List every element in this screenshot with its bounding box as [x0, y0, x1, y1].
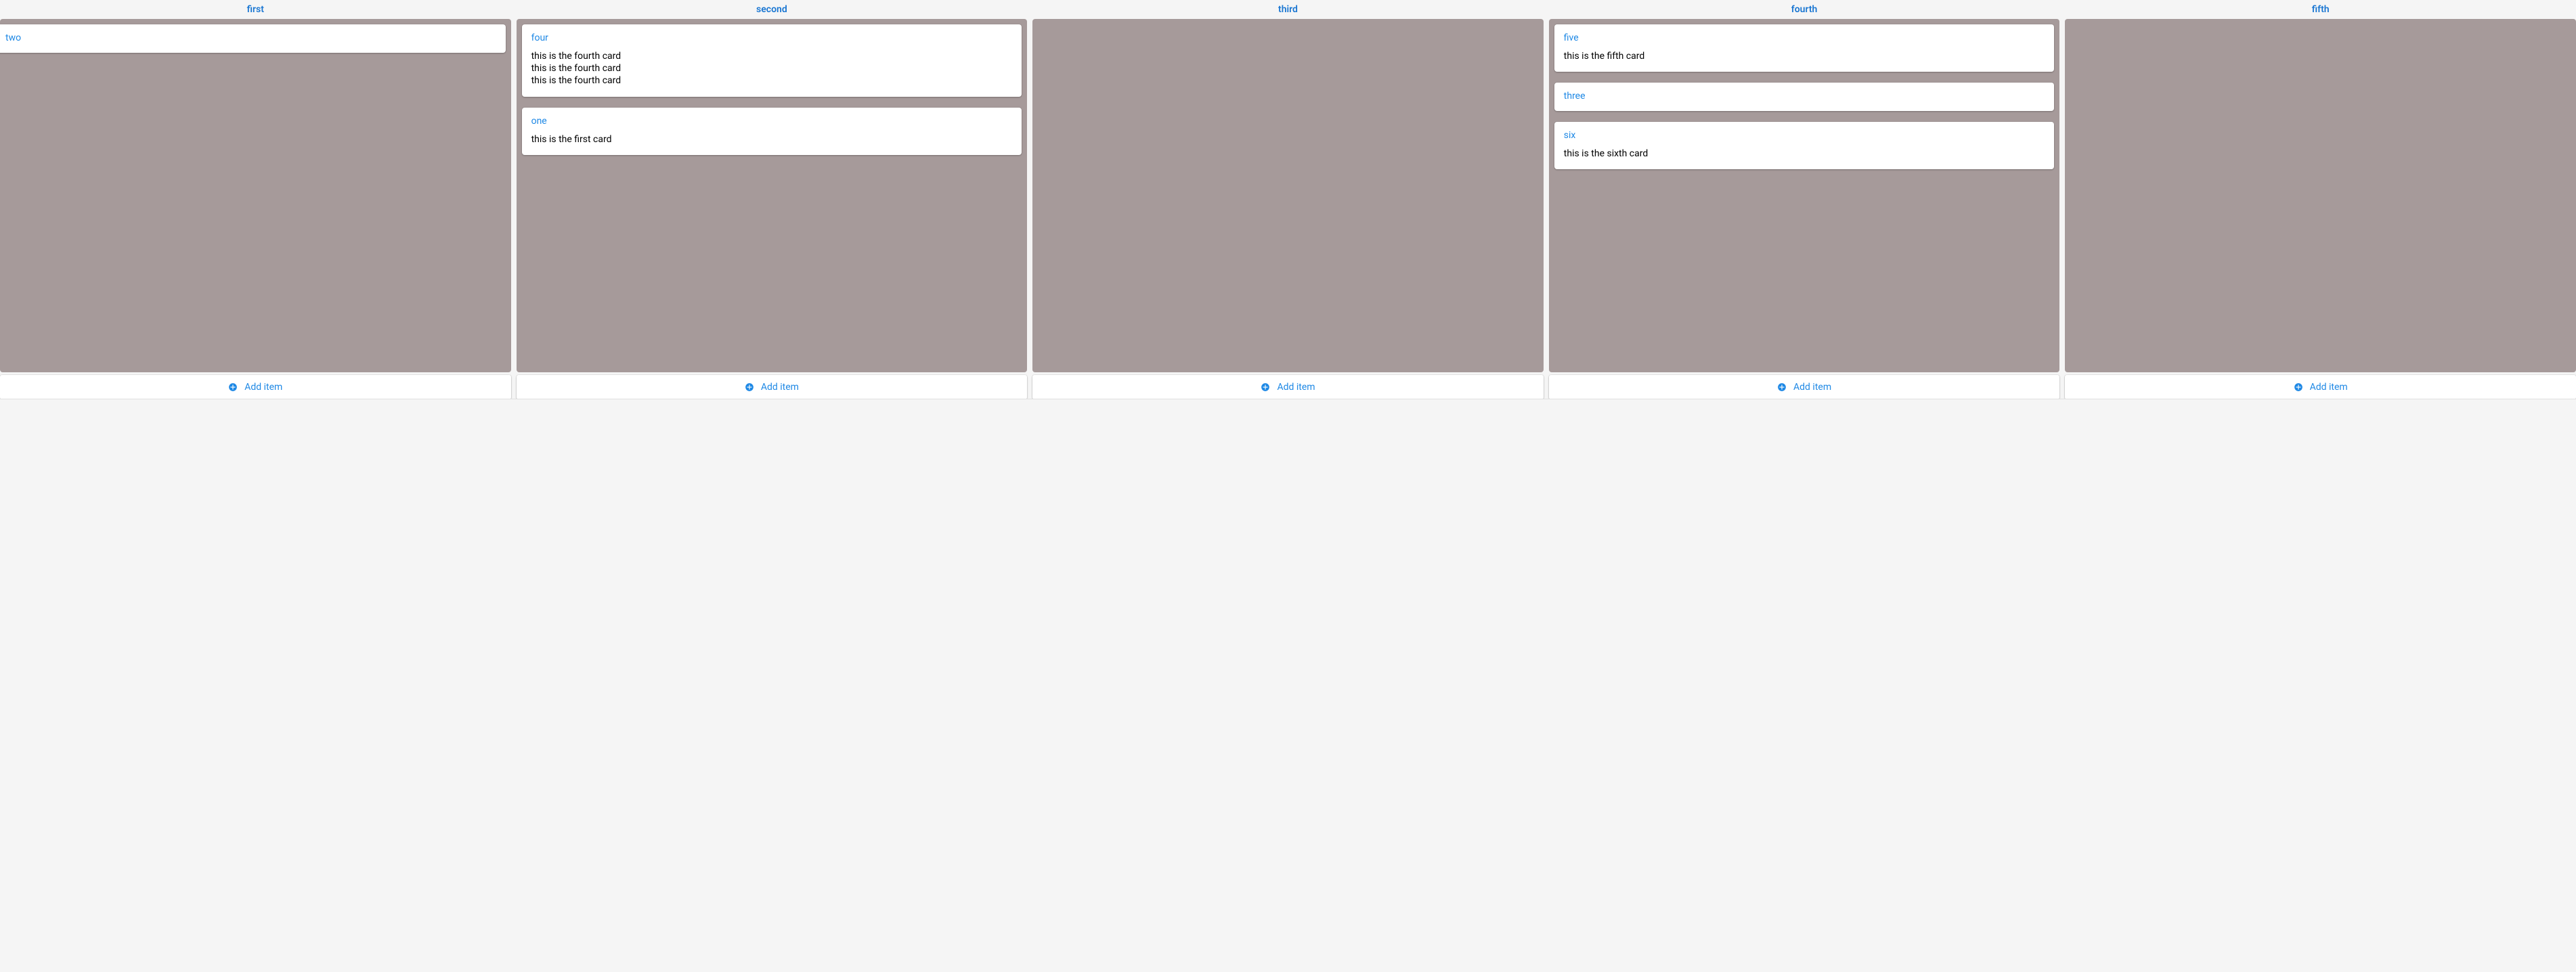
add-item-label: Add item: [2310, 382, 2348, 393]
card-body: this is the first card: [531, 133, 1013, 146]
add-item-label: Add item: [1793, 382, 1831, 393]
column-header[interactable]: third: [1032, 0, 1544, 19]
card-list[interactable]: five this is the fifth card three six this i…: [1549, 19, 2060, 372]
card-body: this is the fifth card: [1564, 50, 2045, 62]
card-title: five: [1564, 32, 2045, 43]
kanban-board: first two Add item second four this is the fo…: [0, 0, 2576, 399]
column-second: second four this is the fourth card this i…: [517, 0, 1028, 399]
card-body: this is the fourth card this is the four…: [531, 50, 1013, 87]
card-list[interactable]: four this is the fourth card this is the …: [517, 19, 1028, 372]
add-item-button[interactable]: Add item: [1032, 375, 1544, 399]
column-third: third Add item: [1032, 0, 1544, 399]
card[interactable]: four this is the fourth card this is the …: [522, 24, 1022, 97]
plus-circle-icon: [2294, 382, 2303, 392]
add-item-button[interactable]: Add item: [2065, 375, 2576, 399]
column-first: first two Add item: [0, 0, 511, 399]
card-title: three: [1564, 91, 2045, 102]
card-list[interactable]: two: [0, 19, 511, 372]
card-list[interactable]: [1032, 19, 1544, 372]
add-item-label: Add item: [761, 382, 799, 393]
column-header[interactable]: fifth: [2065, 0, 2576, 19]
card[interactable]: five this is the fifth card: [1554, 24, 2055, 72]
card-list[interactable]: [2065, 19, 2576, 372]
card-title: four: [531, 32, 1013, 43]
plus-circle-icon: [745, 382, 754, 392]
column-header[interactable]: second: [517, 0, 1028, 19]
card[interactable]: two: [0, 24, 506, 53]
card-title: one: [531, 116, 1013, 127]
card[interactable]: three: [1554, 83, 2055, 111]
card[interactable]: one this is the first card: [522, 108, 1022, 155]
card-title: six: [1564, 130, 2045, 141]
add-item-button[interactable]: Add item: [0, 375, 511, 399]
card-body: this is the sixth card: [1564, 148, 2045, 160]
card-title: two: [5, 32, 496, 43]
add-item-button[interactable]: Add item: [517, 375, 1028, 399]
add-item-button[interactable]: Add item: [1549, 375, 2060, 399]
add-item-label: Add item: [1277, 382, 1315, 393]
column-fourth: fourth five this is the fifth card three six…: [1549, 0, 2060, 399]
column-header[interactable]: first: [0, 0, 511, 19]
card[interactable]: six this is the sixth card: [1554, 122, 2055, 169]
add-item-label: Add item: [244, 382, 282, 393]
column-fifth: fifth Add item: [2065, 0, 2576, 399]
plus-circle-icon: [1261, 382, 1270, 392]
plus-circle-icon: [228, 382, 238, 392]
plus-circle-icon: [1777, 382, 1787, 392]
column-header[interactable]: fourth: [1549, 0, 2060, 19]
